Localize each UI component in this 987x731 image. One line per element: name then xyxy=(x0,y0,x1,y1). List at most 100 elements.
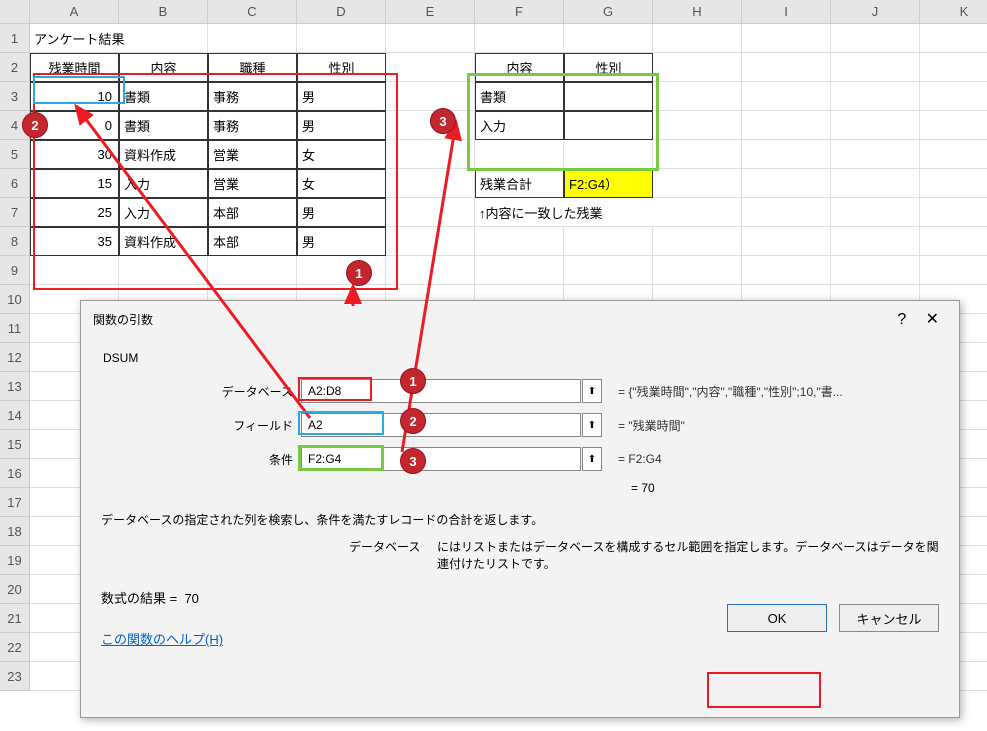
column-header[interactable]: J xyxy=(831,0,920,24)
cell[interactable] xyxy=(653,140,742,169)
row-header[interactable]: 22 xyxy=(0,633,30,662)
cell[interactable]: 男 xyxy=(297,82,386,111)
cell[interactable] xyxy=(920,82,987,111)
cell[interactable]: 書類 xyxy=(119,82,208,111)
range-picker-icon[interactable]: ⬆ xyxy=(582,447,602,471)
cell[interactable] xyxy=(742,82,831,111)
cell[interactable]: 営業 xyxy=(208,140,297,169)
cell[interactable] xyxy=(475,256,564,285)
row-header[interactable]: 11 xyxy=(0,314,30,343)
cell[interactable]: 男 xyxy=(297,227,386,256)
row-header[interactable]: 1 xyxy=(0,24,30,53)
cell[interactable] xyxy=(386,140,475,169)
cell[interactable] xyxy=(653,53,742,82)
cell[interactable] xyxy=(831,227,920,256)
cell[interactable] xyxy=(920,198,987,227)
row-header[interactable]: 2 xyxy=(0,53,30,82)
ok-button[interactable]: OK xyxy=(727,604,827,632)
cell[interactable] xyxy=(475,24,564,53)
cell[interactable]: 書類 xyxy=(475,82,564,111)
cell[interactable] xyxy=(831,140,920,169)
cell[interactable] xyxy=(742,111,831,140)
row-header[interactable]: 20 xyxy=(0,575,30,604)
column-header[interactable]: G xyxy=(564,0,653,24)
cell[interactable] xyxy=(742,169,831,198)
select-all-corner[interactable] xyxy=(0,0,30,24)
cell[interactable]: 男 xyxy=(297,198,386,227)
cell[interactable] xyxy=(653,24,742,53)
cell[interactable] xyxy=(742,198,831,227)
cell[interactable]: 内容 xyxy=(119,53,208,82)
cell[interactable] xyxy=(297,24,386,53)
cell[interactable]: 事務 xyxy=(208,111,297,140)
cell[interactable] xyxy=(831,256,920,285)
cell[interactable]: 性別 xyxy=(297,53,386,82)
cell[interactable] xyxy=(742,140,831,169)
cell[interactable]: アンケート結果 xyxy=(30,24,208,53)
cell[interactable]: 本部 xyxy=(208,198,297,227)
cell[interactable] xyxy=(386,82,475,111)
cell[interactable] xyxy=(297,256,386,285)
cell[interactable] xyxy=(653,256,742,285)
cell[interactable] xyxy=(386,198,475,227)
row-header[interactable]: 17 xyxy=(0,488,30,517)
column-header[interactable]: H xyxy=(653,0,742,24)
cell[interactable] xyxy=(386,227,475,256)
cell[interactable] xyxy=(831,111,920,140)
function-help-link[interactable]: この関数のヘルプ(H) xyxy=(101,632,223,647)
cell[interactable] xyxy=(831,24,920,53)
cell[interactable]: 女 xyxy=(297,169,386,198)
cell[interactable] xyxy=(920,140,987,169)
row-header[interactable]: 18 xyxy=(0,517,30,546)
cell[interactable]: 資料作成 xyxy=(119,140,208,169)
range-picker-icon[interactable]: ⬆ xyxy=(582,379,602,403)
cell[interactable]: 入力 xyxy=(119,198,208,227)
cell[interactable] xyxy=(742,256,831,285)
row-header[interactable]: 14 xyxy=(0,401,30,430)
row-header[interactable]: 15 xyxy=(0,430,30,459)
column-header[interactable]: E xyxy=(386,0,475,24)
column-header[interactable]: I xyxy=(742,0,831,24)
cell[interactable]: 残業時間 xyxy=(30,53,119,82)
cell[interactable]: 15 xyxy=(30,169,119,198)
cell[interactable] xyxy=(564,111,653,140)
cell[interactable]: 書類 xyxy=(119,111,208,140)
column-header[interactable]: A xyxy=(30,0,119,24)
cell[interactable]: 10 xyxy=(30,82,119,111)
cell[interactable] xyxy=(564,256,653,285)
row-header[interactable]: 23 xyxy=(0,662,30,691)
cell[interactable] xyxy=(564,24,653,53)
close-icon[interactable]: ✕ xyxy=(918,311,947,328)
cell[interactable] xyxy=(208,24,297,53)
cell[interactable]: 25 xyxy=(30,198,119,227)
cell[interactable] xyxy=(653,169,742,198)
column-header[interactable]: C xyxy=(208,0,297,24)
cell[interactable] xyxy=(920,256,987,285)
cell[interactable]: 入力 xyxy=(475,111,564,140)
cell[interactable]: 入力 xyxy=(119,169,208,198)
cell[interactable]: ↑内容に一致した残業 xyxy=(475,198,742,227)
cell[interactable] xyxy=(920,169,987,198)
cell[interactable]: 30 xyxy=(30,140,119,169)
cell[interactable] xyxy=(831,82,920,111)
cell[interactable]: 本部 xyxy=(208,227,297,256)
cell[interactable]: 資料作成 xyxy=(119,227,208,256)
cell[interactable] xyxy=(742,24,831,53)
cell[interactable]: 35 xyxy=(30,227,119,256)
cell[interactable] xyxy=(386,53,475,82)
cell[interactable] xyxy=(742,53,831,82)
row-header[interactable]: 3 xyxy=(0,82,30,111)
cell[interactable] xyxy=(653,82,742,111)
row-header[interactable]: 13 xyxy=(0,372,30,401)
cell[interactable] xyxy=(564,140,653,169)
cell[interactable]: 内容 xyxy=(475,53,564,82)
column-header[interactable]: B xyxy=(119,0,208,24)
row-header[interactable]: 6 xyxy=(0,169,30,198)
cancel-button[interactable]: キャンセル xyxy=(839,604,939,632)
cell[interactable] xyxy=(208,256,297,285)
arg-input-0[interactable] xyxy=(301,379,581,403)
cell[interactable] xyxy=(920,111,987,140)
cell[interactable] xyxy=(564,227,653,256)
row-header[interactable]: 19 xyxy=(0,546,30,575)
cell[interactable]: F2:G4） xyxy=(564,169,653,198)
